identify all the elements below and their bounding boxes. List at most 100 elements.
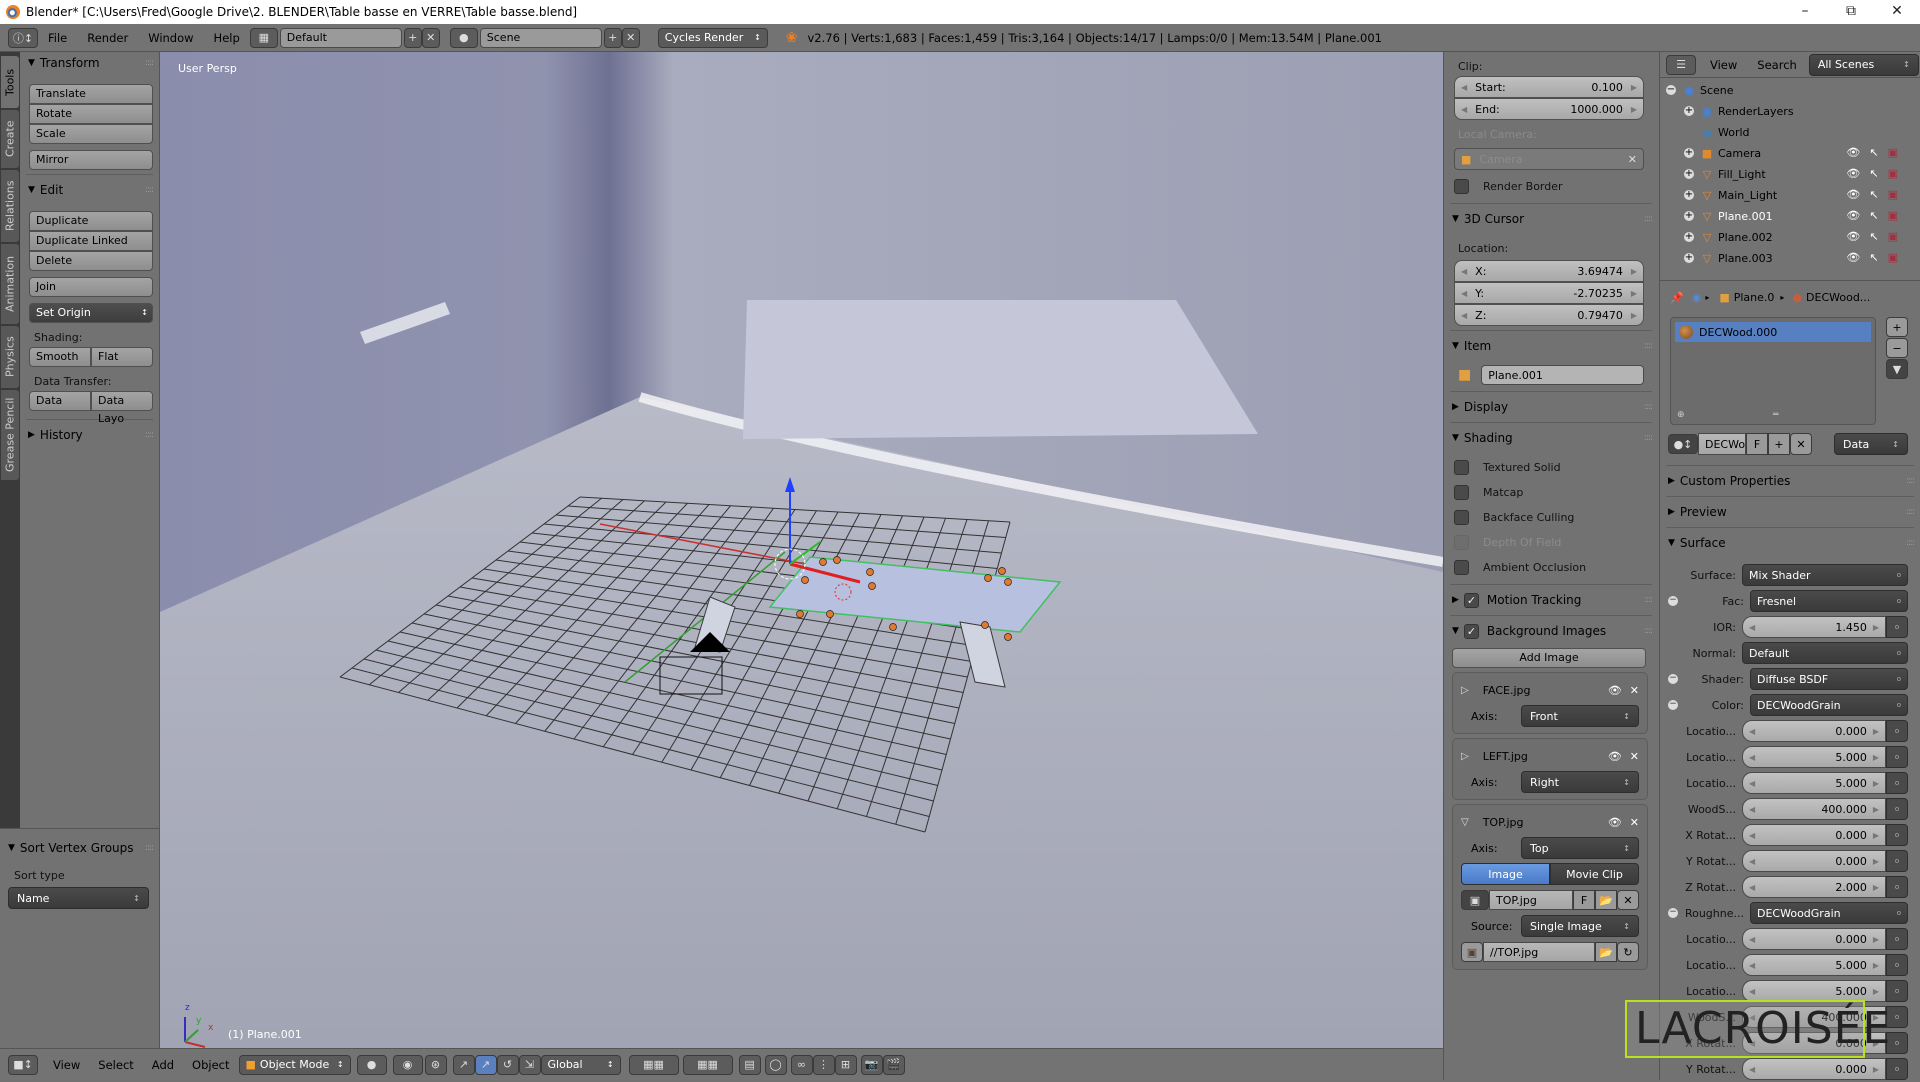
tab-tools[interactable]: Tools	[1, 56, 19, 108]
lamp-point[interactable]	[984, 574, 992, 582]
outliner-row-name[interactable]: Plane.003	[1718, 252, 1773, 265]
preview-panel-header[interactable]: ▶ Preview::::	[1660, 501, 1920, 523]
tab-create[interactable]: Create	[1, 110, 19, 168]
object-name-field[interactable]: Plane.001	[1481, 365, 1644, 385]
outliner-row-name[interactable]: Main_Light	[1718, 189, 1777, 202]
drag-grip-icon[interactable]: ::::	[145, 58, 154, 68]
custom-properties-panel-header[interactable]: ▶ Custom Properties::::	[1660, 470, 1920, 492]
cursor-z-field[interactable]: ◀ Z: 0.79470 ▶	[1454, 304, 1644, 326]
node-link-dropdown[interactable]: DECWoodGrain o	[1750, 694, 1908, 716]
select-arrow-icon[interactable]: ↖	[1869, 167, 1878, 180]
pivot-point-icon[interactable]: ◉	[392, 1054, 423, 1075]
eye-icon[interactable]: 👁	[1846, 251, 1860, 264]
outliner-row[interactable]: + ▽ Main_Light 👁 ↖ ▣	[1660, 185, 1920, 206]
movie-clip-source-tab[interactable]: Movie Clip	[1550, 863, 1639, 885]
lamp-point[interactable]	[1004, 578, 1012, 586]
data-layout-button[interactable]: Data Layo	[91, 391, 153, 425]
socket-link-button[interactable]: o	[1886, 772, 1908, 794]
node-link-dropdown[interactable]: Default o	[1742, 642, 1908, 664]
image-source-tab[interactable]: Image	[1461, 863, 1550, 885]
lamp-point[interactable]	[1004, 633, 1012, 641]
eye-icon[interactable]: 👁	[1608, 816, 1622, 829]
number-field[interactable]: ◀ 5.000 ▶	[1742, 746, 1886, 768]
motion-tracking-checkbox[interactable]: ✓	[1463, 592, 1479, 608]
snap-target-icon[interactable]: ⊞	[834, 1054, 857, 1075]
clip-end-field[interactable]: ◀ End: 1000.000 ▶	[1454, 98, 1644, 120]
expand-toggle-icon[interactable]: +	[1684, 211, 1694, 221]
render-camera-icon[interactable]: ▣	[1888, 188, 1898, 201]
socket-link-button[interactable]: o	[1886, 824, 1908, 846]
tab-relations[interactable]: Relations	[1, 170, 19, 242]
translate-manipulator-icon[interactable]: ↗	[474, 1054, 497, 1075]
sort-vertex-groups-header[interactable]: ▼ Sort Vertex Groups::::	[0, 837, 159, 859]
viewport-shading-icon[interactable]: ●	[356, 1054, 387, 1075]
unlink-image-icon[interactable]: ✕	[1617, 890, 1639, 910]
remove-slot-icon[interactable]: −	[1886, 338, 1908, 358]
add-slot-icon[interactable]: +	[1886, 317, 1908, 337]
fake-user-button[interactable]: F	[1746, 433, 1768, 455]
lamp-point[interactable]	[819, 558, 827, 566]
add-scene-icon[interactable]: +	[603, 27, 622, 48]
menu-help[interactable]: Help	[204, 31, 250, 45]
drag-grip-icon[interactable]: ::::	[145, 843, 154, 853]
snap-icon[interactable]: ∞	[790, 1054, 813, 1075]
tab-grease-pencil[interactable]: Grease Pencil	[1, 390, 19, 480]
rotate-manipulator-icon[interactable]: ↺	[496, 1054, 519, 1075]
history-panel-header[interactable]: ▶ History::::	[20, 424, 159, 446]
remove-image-icon[interactable]: ✕	[1630, 684, 1639, 697]
select-arrow-icon[interactable]: ↖	[1869, 146, 1878, 159]
transform-orientation-dropdown[interactable]: Global ↕	[540, 1054, 621, 1075]
browse-material-icon[interactable]: ●↕	[1668, 434, 1698, 454]
close-button[interactable]: ✕	[1874, 0, 1920, 24]
edit-panel-header[interactable]: ▼ Edit::::	[20, 179, 159, 201]
material-name-field[interactable]: DECWo	[1698, 433, 1746, 455]
axis-dropdown[interactable]: Right ↕	[1521, 771, 1639, 793]
slot-specials-icon[interactable]: ▼	[1886, 359, 1908, 379]
tab-animation[interactable]: Animation	[1, 244, 19, 324]
resize-handle-icon[interactable]: ═	[1773, 410, 1778, 420]
outliner-row-name[interactable]: Plane.002	[1718, 231, 1773, 244]
menu-window[interactable]: Window	[138, 31, 203, 45]
layers-grid-2[interactable]: ▦▦	[682, 1054, 733, 1075]
pin-icon[interactable]: 📌	[1670, 291, 1684, 304]
cursor-y-field[interactable]: ◀ Y: -2.70235 ▶	[1454, 282, 1644, 304]
set-origin-dropdown[interactable]: Set Origin ↕	[29, 303, 153, 323]
disconnect-socket-icon[interactable]: −	[1668, 674, 1678, 684]
proportional-edit-icon[interactable]: ◯	[764, 1054, 787, 1075]
socket-link-button[interactable]: o	[1886, 876, 1908, 898]
menu-file[interactable]: File	[38, 31, 77, 45]
outliner-row-name[interactable]: Plane.001	[1718, 210, 1773, 223]
remove-image-icon[interactable]: ✕	[1630, 750, 1639, 763]
socket-link-button[interactable]: o	[1886, 850, 1908, 872]
background-images-checkbox[interactable]: ✓	[1463, 623, 1479, 639]
layers-grid-1[interactable]: ▦▦	[628, 1054, 679, 1075]
socket-link-button[interactable]: o	[1886, 1058, 1908, 1080]
eye-icon[interactable]: 👁	[1608, 750, 1622, 763]
manipulator-center-icon[interactable]: ⊛	[424, 1054, 447, 1075]
transform-panel-header[interactable]: ▼ Transform::::	[20, 52, 159, 74]
render-border-checkbox[interactable]: Render Border	[1444, 174, 1658, 199]
source-dropdown[interactable]: Single Image ↕	[1521, 915, 1639, 937]
expand-triangle-icon[interactable]: ▷	[1461, 685, 1469, 696]
eye-icon[interactable]: 👁	[1846, 230, 1860, 243]
socket-link-button[interactable]: o	[1886, 746, 1908, 768]
scene-icon[interactable]: ●	[449, 27, 478, 48]
outliner-row-name[interactable]: World	[1718, 126, 1750, 139]
eye-icon[interactable]: 👁	[1846, 146, 1860, 159]
render-camera-icon[interactable]: ▣	[1888, 251, 1898, 264]
expand-toggle-icon[interactable]: +	[1684, 148, 1694, 158]
number-field[interactable]: ◀ 0.000 ▶	[1742, 928, 1886, 950]
menu-select[interactable]: Select	[89, 1058, 142, 1072]
data-transfer-button[interactable]: Data	[29, 391, 91, 411]
disconnect-socket-icon[interactable]: −	[1668, 700, 1678, 710]
lamp-point[interactable]	[889, 623, 897, 631]
socket-link-button[interactable]: o	[1886, 954, 1908, 976]
menu-add[interactable]: Add	[143, 1058, 183, 1072]
lamp-point[interactable]	[981, 621, 989, 629]
outliner-row[interactable]: − ● Scene	[1660, 80, 1920, 101]
render-camera-icon[interactable]: ▣	[1888, 146, 1898, 159]
motion-tracking-panel-header[interactable]: ▶ ✓ Motion Tracking::::	[1444, 589, 1658, 611]
sort-type-dropdown[interactable]: Name ↕	[8, 887, 149, 909]
node-link-dropdown[interactable]: Diffuse BSDF o	[1750, 668, 1908, 690]
socket-link-button[interactable]: o	[1886, 980, 1908, 1002]
